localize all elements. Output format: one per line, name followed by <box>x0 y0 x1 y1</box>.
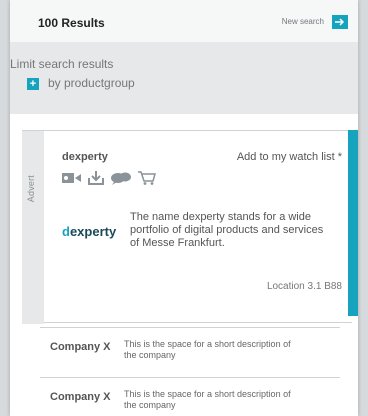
results-header: 100 Results New search <box>10 0 358 42</box>
add-to-watchlist-link[interactable]: Add to my watch list * <box>237 151 342 163</box>
advert-tab: Advert <box>22 131 44 324</box>
cart-icon[interactable] <box>138 170 156 190</box>
advert-label: Advert <box>26 175 36 203</box>
scroll-indicator[interactable] <box>348 130 358 316</box>
advert-card: Advert dexperty Add to my watch list * d… <box>22 130 352 324</box>
results-panel: 100 Results New search Limit search resu… <box>10 0 358 416</box>
chat-icon[interactable] <box>110 171 132 190</box>
company-description: This is the space for a short descriptio… <box>124 389 291 410</box>
video-icon[interactable] <box>62 171 82 189</box>
advert-description: The name dexperty stands for a wide port… <box>130 211 324 249</box>
download-icon[interactable] <box>88 170 104 190</box>
list-item[interactable]: Company X This is the space for a short … <box>40 327 340 367</box>
list-item[interactable]: Company X This is the space for a short … <box>40 377 340 416</box>
advert-location: Location 3.1 B88 <box>266 281 342 292</box>
advert-company-name[interactable]: dexperty <box>62 151 108 163</box>
new-search-link[interactable]: New search <box>282 17 324 26</box>
arrow-right-icon <box>335 18 345 26</box>
filter-box: Limit search results + by productgroup <box>10 42 358 114</box>
filter-title: Limit search results <box>10 57 114 71</box>
plus-icon[interactable]: + <box>27 78 39 90</box>
results-count: 100 Results <box>38 16 105 30</box>
company-name[interactable]: Company X <box>50 341 111 353</box>
filter-productgroup[interactable]: by productgroup <box>48 76 135 90</box>
new-search-button[interactable] <box>332 15 348 29</box>
company-description: This is the space for a short descriptio… <box>124 339 291 360</box>
dexperty-logo: dexperty <box>62 224 117 239</box>
company-name[interactable]: Company X <box>50 391 111 403</box>
advert-icons <box>62 170 156 190</box>
